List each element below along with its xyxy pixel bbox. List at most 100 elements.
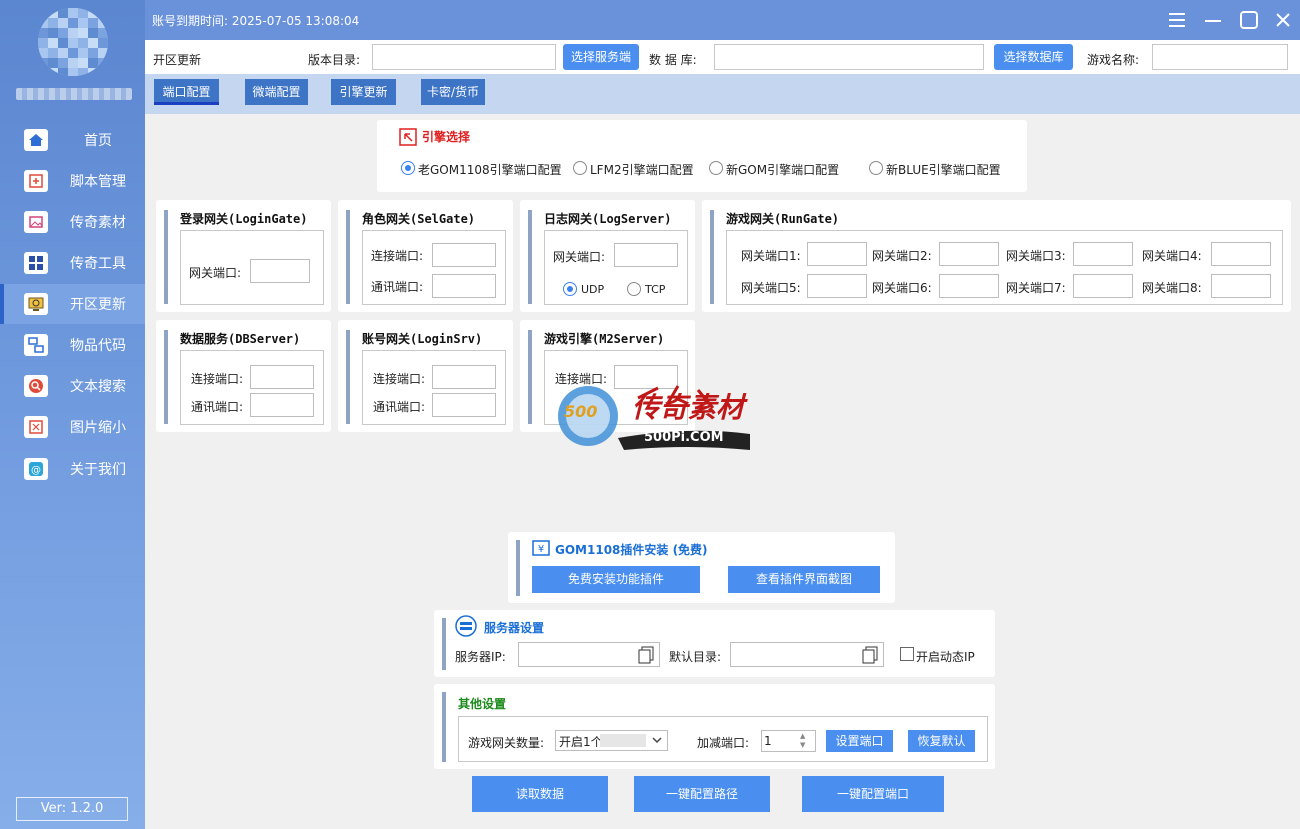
watermark-title: 传奇素材 xyxy=(632,391,745,424)
avatar-pixel xyxy=(88,28,98,38)
database-input[interactable] xyxy=(714,44,984,70)
radio-tcp[interactable] xyxy=(627,282,641,296)
avatar-pixel xyxy=(78,48,88,58)
database-label: 数 据 库: xyxy=(649,53,697,67)
close-icon[interactable] xyxy=(1271,8,1295,32)
gate-count-select[interactable]: 开启1个 xyxy=(555,730,668,751)
default-dir-input[interactable] xyxy=(730,642,884,667)
run-gate-port6-label: 网关端口6: xyxy=(872,281,932,295)
install-plugin-button[interactable]: 免费安装功能插件 xyxy=(532,566,700,593)
panel-bar xyxy=(528,210,532,304)
restore-default-button[interactable]: 恢复默认 xyxy=(908,730,975,752)
stepper-up-icon[interactable]: ▲ xyxy=(800,732,805,740)
avatar-pixel xyxy=(78,68,88,76)
minimize-icon[interactable] xyxy=(1201,8,1225,32)
sel-gate-comm-input[interactable] xyxy=(432,274,496,298)
code-icon xyxy=(24,334,48,356)
sidebar: 首页 脚本管理 传奇素材 传奇工具 开区更新 物品代码 文本搜索 图片缩小 @ … xyxy=(0,0,145,829)
run-gate-port2-input[interactable] xyxy=(939,242,999,266)
sidebar-item-about[interactable]: @ 关于我们 xyxy=(0,450,145,488)
sidebar-item-tools[interactable]: 传奇工具 xyxy=(0,244,145,282)
sidebar-item-label: 文本搜索 xyxy=(70,379,126,395)
run-gate-port3-label: 网关端口3: xyxy=(1006,249,1066,263)
menu-icon[interactable] xyxy=(1165,8,1189,32)
game-name-input[interactable] xyxy=(1152,44,1288,70)
sidebar-item-text-search[interactable]: 文本搜索 xyxy=(0,367,145,405)
run-gate-port6-input[interactable] xyxy=(939,274,999,298)
stepper-down-icon[interactable]: ▼ xyxy=(800,741,805,749)
sidebar-item-server-update[interactable]: 开区更新 xyxy=(0,284,145,324)
run-gate-port8-input[interactable] xyxy=(1211,274,1271,298)
sidebar-item-label: 关于我们 xyxy=(70,462,126,478)
tab-card-currency[interactable]: 卡密/货币 xyxy=(421,79,485,105)
m2-server-title: 游戏引擎(M2Server) xyxy=(544,332,665,346)
db-server-conn-input[interactable] xyxy=(250,365,314,389)
avatar-pixel xyxy=(68,18,78,28)
radio-new-gom[interactable] xyxy=(709,161,723,175)
sidebar-item-materials[interactable]: 传奇素材 xyxy=(0,203,145,241)
login-srv-conn-input[interactable] xyxy=(432,365,496,389)
run-gate-port1-input[interactable] xyxy=(807,242,867,266)
avatar-pixel xyxy=(78,8,88,18)
dynamic-ip-label: 开启动态IP xyxy=(916,650,975,664)
run-gate-port7-input[interactable] xyxy=(1073,274,1133,298)
browse-dir-icon[interactable] xyxy=(862,646,878,667)
title-bar: 账号到期时间: 2025-07-05 13:08:04 xyxy=(145,0,1300,40)
about-icon: @ xyxy=(24,458,48,480)
db-server-comm-input[interactable] xyxy=(250,393,314,417)
engine-select-panel: 引擎选择 老GOM1108引擎端口配置 LFM2引擎端口配置 新GOM引擎端口配… xyxy=(377,120,1027,192)
avatar-pixel xyxy=(58,18,68,28)
config-port-button[interactable]: 一键配置端口 xyxy=(802,776,944,812)
sel-gate-box: 连接端口: 通讯端口: xyxy=(362,230,506,305)
maximize-icon[interactable] xyxy=(1237,8,1261,32)
log-server-port-input[interactable] xyxy=(614,243,678,267)
radio-lfm2[interactable] xyxy=(573,161,587,175)
monitor-refresh-icon xyxy=(24,293,48,315)
engine-select-icon xyxy=(399,128,417,149)
run-gate-port3-input[interactable] xyxy=(1073,242,1133,266)
run-gate-box: 网关端口1: 网关端口2: 网关端口3: 网关端口4: 网关端口5: 网关端口6… xyxy=(726,230,1283,305)
run-gate-panel: 游戏网关(RunGate) 网关端口1: 网关端口2: 网关端口3: 网关端口4… xyxy=(702,200,1291,312)
run-gate-port7-label: 网关端口7: xyxy=(1006,281,1066,295)
run-gate-port1-label: 网关端口1: xyxy=(741,249,801,263)
version-dir-input[interactable] xyxy=(372,44,556,70)
sidebar-item-item-code[interactable]: 物品代码 xyxy=(0,326,145,364)
sidebar-item-script[interactable]: 脚本管理 xyxy=(0,162,145,200)
sel-gate-conn-input[interactable] xyxy=(432,243,496,267)
radio-new-blue[interactable] xyxy=(869,161,883,175)
radio-gom1108[interactable] xyxy=(401,161,415,175)
config-path-button[interactable]: 一键配置路径 xyxy=(634,776,770,812)
add-port-stepper[interactable]: 1 ▲ ▼ xyxy=(761,730,816,752)
read-data-button[interactable]: 读取数据 xyxy=(472,776,608,812)
log-server-port-label: 网关端口: xyxy=(553,250,606,264)
tab-engine-update[interactable]: 引擎更新 xyxy=(331,79,396,105)
sidebar-item-image-shrink[interactable]: 图片缩小 xyxy=(0,408,145,446)
dynamic-ip-checkbox[interactable] xyxy=(900,647,914,661)
avatar-pixel xyxy=(88,68,98,76)
sidebar-item-home[interactable]: 首页 xyxy=(0,121,145,159)
tab-microclient-config[interactable]: 微端配置 xyxy=(245,79,308,105)
username-blurred xyxy=(16,88,132,100)
radio-lfm2-label: LFM2引擎端口配置 xyxy=(590,163,694,177)
login-gate-title: 登录网关(LoginGate) xyxy=(180,212,308,226)
paste-icon[interactable] xyxy=(638,646,654,667)
view-plugin-screenshot-button[interactable]: 查看插件界面截图 xyxy=(728,566,880,593)
shrink-icon xyxy=(24,416,48,438)
search-icon xyxy=(24,375,48,397)
run-gate-port4-input[interactable] xyxy=(1211,242,1271,266)
radio-udp[interactable] xyxy=(563,282,577,296)
select-database-button[interactable]: 选择数据库 xyxy=(994,44,1073,70)
sidebar-item-label: 传奇素材 xyxy=(70,215,126,231)
tab-port-config[interactable]: 端口配置 xyxy=(154,79,219,105)
login-srv-comm-input[interactable] xyxy=(432,393,496,417)
avatar-pixel xyxy=(68,48,78,58)
home-icon xyxy=(24,129,48,151)
login-gate-port-input[interactable] xyxy=(250,259,310,283)
sel-gate-panel: 角色网关(SelGate) 连接端口: 通讯端口: xyxy=(338,200,513,312)
panel-bar xyxy=(710,210,714,304)
other-settings-title: 其他设置 xyxy=(458,697,507,711)
set-port-button[interactable]: 设置端口 xyxy=(826,730,893,752)
server-settings-title: 服务器设置 xyxy=(484,621,545,635)
select-server-button[interactable]: 选择服务端 xyxy=(563,44,639,70)
run-gate-port5-input[interactable] xyxy=(807,274,867,298)
